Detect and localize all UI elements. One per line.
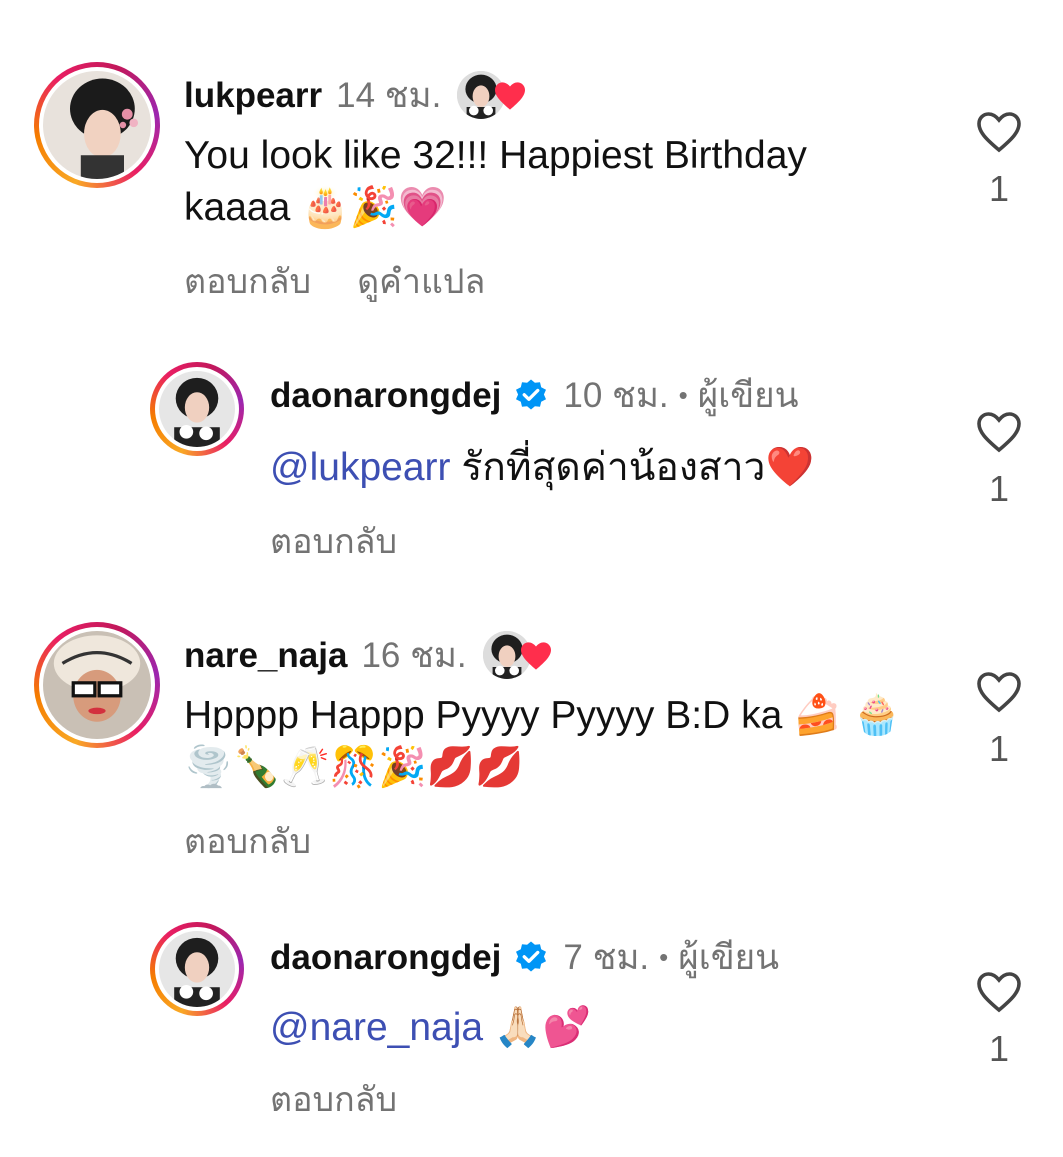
heart-filled-icon (520, 641, 551, 670)
comment-text: @nare_naja 🙏🏻💕 (270, 1002, 970, 1054)
author-label: ผู้เขียน (678, 938, 780, 977)
comment-body: รักที่สุดค่าน้องสาว❤️ (461, 446, 815, 489)
comment-text: @lukpearr รักที่สุดค่าน้องสาว❤️ (270, 442, 970, 494)
like-count: 1 (988, 468, 1010, 509)
separator-dot: • (678, 380, 688, 410)
like-count: 1 (988, 168, 1010, 209)
see-translation-button[interactable]: ดูคำแปล (357, 254, 485, 308)
reply-button[interactable]: ตอบกลับ (270, 514, 397, 568)
avatar[interactable] (34, 622, 160, 748)
like-count: 1 (988, 1028, 1010, 1069)
mention-link[interactable]: @lukpearr (270, 446, 451, 489)
profile-photo-icon (159, 931, 235, 1007)
username[interactable]: nare_naja (184, 636, 347, 676)
reply-button[interactable]: ตอบกลับ (270, 1072, 397, 1126)
avatar[interactable] (150, 922, 244, 1016)
username[interactable]: daonarongdej (270, 376, 501, 416)
liked-by-author-indicator (457, 70, 533, 121)
heart-outline-icon[interactable] (975, 110, 1023, 154)
heart-outline-icon[interactable] (975, 410, 1023, 454)
username[interactable]: daonarongdej (270, 938, 501, 978)
profile-photo-icon (43, 631, 151, 739)
comment-text: Hpppp Happp Pyyyy Pyyyy B:D ka 🍰 🧁🌪️🍾🥂🎊🎉… (184, 694, 902, 789)
profile-photo-icon (43, 71, 151, 179)
heart-outline-icon[interactable] (975, 670, 1023, 714)
heart-outline-icon[interactable] (975, 970, 1023, 1014)
verified-badge-icon (516, 941, 547, 971)
like-count: 1 (988, 728, 1010, 769)
timestamp: 14 ชม. (336, 76, 442, 115)
timestamp: 16 ชม. (361, 636, 467, 675)
comment-body: 🙏🏻💕 (493, 1006, 592, 1049)
separator-dot: • (659, 942, 669, 972)
mention-link[interactable]: @nare_naja (270, 1006, 483, 1049)
heart-filled-icon (495, 81, 526, 110)
avatar[interactable] (150, 362, 244, 456)
verified-badge-icon (516, 379, 547, 409)
reply-button[interactable]: ตอบกลับ (184, 254, 311, 308)
profile-photo-icon (159, 371, 235, 447)
timestamp: 7 ชม. (563, 938, 650, 977)
timestamp: 10 ชม. (563, 376, 669, 415)
liked-by-author-indicator (482, 630, 559, 681)
comment-text: You look like 32!!! Happiest Birthday ka… (184, 134, 807, 229)
avatar[interactable] (34, 62, 160, 188)
username[interactable]: lukpearr (184, 76, 322, 116)
author-label: ผู้เขียน (697, 376, 799, 415)
reply-button[interactable]: ตอบกลับ (184, 814, 311, 868)
